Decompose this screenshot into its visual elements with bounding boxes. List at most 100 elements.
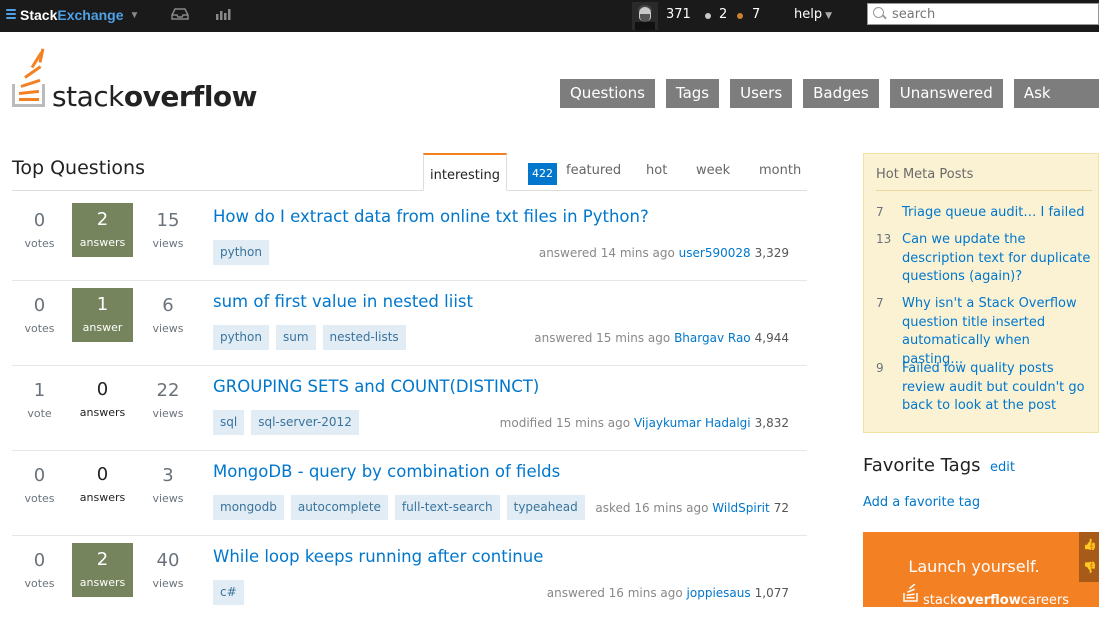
tag-nested-lists[interactable]: nested-lists [322,325,406,350]
question-summary: 0 votes 1 answer 6 views sum of first value… [12,280,807,366]
featured-count-badge[interactable]: 422 [528,163,557,185]
question-summary: 1 vote 0 answers 22 views GROUPING SETS and… [12,365,807,451]
top-bar: Stack Exchange ▼ 371 2 7 help ▼ [0,0,1099,32]
question-meta: asked 16 mins ago WildSpirit 72 [595,501,789,515]
view-count: 40 views [152,550,184,591]
search-box[interactable] [867,3,1099,25]
view-count: 3 views [152,465,184,506]
brand-exchange: Exchange [57,7,124,23]
stackexchange-icon [6,9,16,21]
meta-post-score: 7 [876,205,884,219]
favorite-tags-title: Favorite Tags [863,455,981,476]
view-count: 15 views [152,210,184,251]
logo-text: stackoverflow [52,80,258,113]
careers-ad[interactable]: Launch yourself. stackoverflowcareers 👍 … [863,532,1099,607]
nav-tags[interactable]: Tags [665,79,720,108]
question-meta: answered 15 mins ago Bhargav Rao 4,944 [534,331,789,345]
question-meta: answered 14 mins ago user590028 3,329 [538,246,789,260]
tag-list: sql sql-server-2012 [213,410,366,435]
tag-python[interactable]: python [213,240,269,265]
answer-count: 2 answers [72,203,133,257]
tag-list: mongodb autocomplete full-text-search ty… [213,495,592,520]
user-link[interactable]: joppiesaus [687,586,751,600]
question-title-link[interactable]: While loop keeps running after continue [213,547,543,566]
question-title-link[interactable]: MongoDB - query by combination of fields [213,462,560,481]
vote-count: 0 votes [24,295,55,336]
nav-badges[interactable]: Badges [803,79,879,108]
meta-post-link[interactable]: Failed low quality posts review audit bu… [902,360,1092,416]
chevron-down-icon: ▼ [129,9,140,21]
bronze-badge-count: 7 [752,7,761,22]
nav-ask-question[interactable]: Ask Question [1013,79,1099,131]
question-summary: 0 votes 2 answers 40 views While loop keeps… [12,535,807,620]
tag-autocomplete[interactable]: autocomplete [290,495,388,520]
tag-typeahead[interactable]: typeahead [506,495,585,520]
meta-post-link[interactable]: Can we update the description text for d… [902,231,1092,287]
question-summary: 0 votes 2 answers 15 views How do I extract… [12,195,807,281]
inbox-icon[interactable] [171,7,189,21]
view-count: 22 views [152,380,184,421]
user-link[interactable]: user590028 [679,246,751,260]
nav-questions[interactable]: Questions [560,79,655,108]
tab-featured[interactable]: featured [566,163,621,178]
tag-full-text-search[interactable]: full-text-search [394,495,500,520]
question-title-link[interactable]: GROUPING SETS and COUNT(DISTINCT) [213,377,539,396]
answer-count: 0 answers [79,379,126,420]
avatar[interactable] [632,2,658,30]
question-title-link[interactable]: sum of first value in nested liist [213,292,473,311]
tab-interesting[interactable]: interesting [423,153,507,191]
vote-count: 1 vote [27,380,52,421]
divider [876,190,1092,191]
stackexchange-menu[interactable]: Stack Exchange ▼ [6,6,139,24]
ad-brand: stackoverflowcareers [923,593,1070,607]
achievements-icon[interactable] [215,7,233,21]
tag-list: c# [213,580,251,605]
tag-sql-server-2012[interactable]: sql-server-2012 [251,410,359,435]
tag-list: python sum nested-lists [213,325,413,350]
question-title-link[interactable]: How do I extract data from online txt fi… [213,207,649,226]
user-link[interactable]: WildSpirit [712,501,769,515]
page-title: Top Questions [12,157,145,179]
tabs-divider [12,190,807,191]
help-menu[interactable]: help ▼ [794,7,832,22]
brand-stack: Stack [20,7,58,23]
tab-hot[interactable]: hot [646,163,667,178]
question-summary: 0 votes 0 answers 3 views MongoDB - query b… [12,450,807,536]
vote-count: 0 votes [24,550,55,591]
reputation-count[interactable]: 371 [666,7,691,22]
meta-post-link[interactable]: Triage queue audit… I failed [902,204,1092,223]
tag-list: python [213,240,276,265]
tab-week[interactable]: week [696,163,730,178]
question-meta: modified 15 mins ago Vijaykumar Hadalgi 3… [499,416,789,430]
thumbs-down-icon[interactable]: 👎 [1083,561,1097,574]
vote-count: 0 votes [24,465,55,506]
meta-post-score: 13 [876,232,892,246]
meta-post-score: 9 [876,361,884,375]
thumbs-up-icon[interactable]: 👍 [1083,538,1097,551]
user-link[interactable]: Bhargav Rao [674,331,751,345]
tag-csharp[interactable]: c# [213,580,244,605]
add-favorite-tag-link[interactable]: Add a favorite tag [863,495,980,510]
search-input[interactable] [892,6,1092,22]
silver-badge-count: 2 [719,7,728,22]
logo-bin-icon [12,84,45,107]
favorite-tags-edit-link[interactable]: edit [990,460,1015,475]
nav-users[interactable]: Users [730,79,793,108]
ad-headline: Launch yourself. [908,557,1040,576]
hot-meta-title: Hot Meta Posts [876,167,974,182]
meta-post-score: 7 [876,296,884,310]
tag-python[interactable]: python [213,325,269,350]
tab-month[interactable]: month [759,163,801,178]
careers-logo-icon [903,583,919,602]
tag-mongodb[interactable]: mongodb [213,495,284,520]
meta-post-link[interactable]: Why isn't a Stack Overflow question titl… [902,295,1092,369]
vote-count: 0 votes [24,210,55,251]
hot-meta-posts: Hot Meta Posts 7 Triage queue audit… I f… [863,153,1099,433]
user-link[interactable]: Vijaykumar Hadalgi [634,416,751,430]
question-meta: answered 16 mins ago joppiesaus 1,077 [546,586,789,600]
nav-unanswered[interactable]: Unanswered [889,79,1003,108]
tag-sql[interactable]: sql [213,410,245,435]
tag-sum[interactable]: sum [275,325,316,350]
bronze-badge-icon [737,13,743,19]
help-label: help [794,7,823,22]
